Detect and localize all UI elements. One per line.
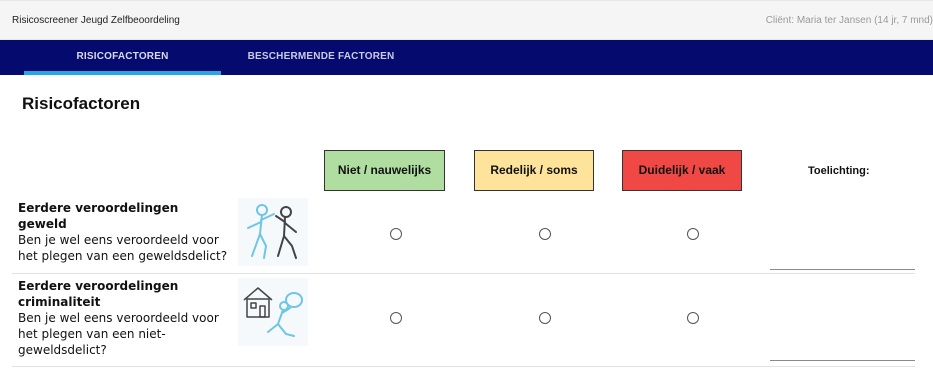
toelichting-input[interactable] [770, 360, 915, 361]
question-text: Eerdere veroordelingen criminaliteit Ben… [18, 278, 228, 358]
tab-label: RISICOFACTOREN [76, 51, 169, 62]
answer-radio-duidelijk[interactable] [687, 312, 699, 324]
page-title: Risicofactoren [22, 94, 141, 113]
toelichting-input[interactable] [770, 269, 915, 270]
tab-beschermende-factoren[interactable]: BESCHERMENDE FACTOREN [226, 40, 416, 75]
tab-bar: RISICOFACTOREN BESCHERMENDE FACTOREN [0, 40, 933, 75]
question-body: Ben je wel eens veroordeeld voor het ple… [18, 311, 219, 357]
question-title: Eerdere veroordelingen geweld [18, 201, 179, 231]
question-text: Eerdere veroordelingen geweld Ben je wel… [18, 200, 228, 264]
answer-radio-niet[interactable] [390, 312, 402, 324]
client-info: Cliënt: Maria ter Jansen (14 jr, 7 mnd) [765, 15, 933, 26]
active-tab-indicator [24, 71, 221, 75]
answer-radio-redelijk[interactable] [539, 228, 551, 240]
top-bar: Risicoscreener Jeugd Zelfbeoordeling Cli… [0, 0, 933, 40]
question-row: Eerdere veroordelingen criminaliteit Ben… [12, 274, 915, 367]
question-row: Eerdere veroordelingen geweld Ben je wel… [12, 192, 915, 274]
question-title: Eerdere veroordelingen criminaliteit [18, 279, 179, 309]
burglar-illustration-icon [238, 278, 308, 346]
scale-header-redelijk: Redelijk / soms [474, 150, 594, 191]
scale-header-duidelijk: Duidelijk / vaak [622, 150, 742, 191]
answer-radio-niet[interactable] [390, 228, 402, 240]
tab-risicofactoren[interactable]: RISICOFACTOREN [24, 40, 221, 75]
answer-radio-duidelijk[interactable] [687, 228, 699, 240]
question-body: Ben je wel eens veroordeeld voor het ple… [18, 233, 228, 263]
tab-label: BESCHERMENDE FACTOREN [247, 51, 395, 62]
scale-header-niet: Niet / nauwelijks [324, 150, 445, 191]
answer-radio-redelijk[interactable] [539, 312, 551, 324]
fight-illustration-icon [238, 198, 308, 266]
app-title: Risicoscreener Jeugd Zelfbeoordeling [12, 15, 180, 26]
toelichting-header: Toelichting: [808, 165, 870, 177]
